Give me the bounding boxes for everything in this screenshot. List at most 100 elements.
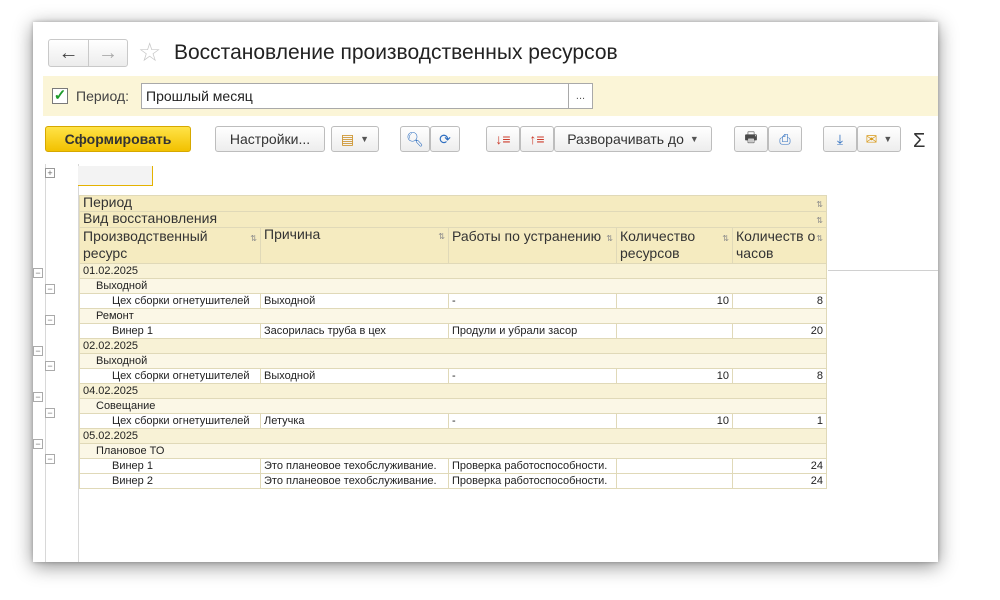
header-kind[interactable]: Вид восстановления ⇅ [79, 211, 827, 228]
table-cell[interactable]: Ремонт [79, 308, 827, 324]
generate-button[interactable]: Сформировать [45, 126, 191, 152]
find-next-button[interactable]: ⟳ [430, 126, 460, 152]
table-row: Винер 1 Это планеовое техобслуживание. Про… [79, 458, 827, 474]
expand-all-icon[interactable]: + [45, 168, 55, 178]
table-cell[interactable]: 8 [732, 293, 827, 309]
header-row-kind: Вид восстановления ⇅ [79, 211, 827, 228]
table-cell[interactable]: 8 [732, 368, 827, 384]
header-qty-hours[interactable]: ⇅ Количеств о часов [732, 227, 827, 264]
table-cell[interactable]: Винер 2 [79, 473, 261, 489]
table-cell[interactable]: - [448, 368, 617, 384]
table-cell[interactable]: Засорилась труба в цех [260, 323, 449, 339]
table-row: Цех сборки огнетушителей Выходной -10 8 [79, 368, 827, 384]
sort-icon: ⇅ [606, 234, 613, 243]
preview-button[interactable]: ⎙ [768, 126, 802, 152]
collapse-group-icon[interactable]: − [45, 283, 55, 294]
table-cell[interactable]: Это планеовое техобслуживание. [260, 458, 449, 474]
collapse-group-icon[interactable]: − [45, 407, 55, 418]
table-cell[interactable]: Цех сборки огнетушителей [79, 368, 261, 384]
group-row-date: 05.02.2025 [79, 428, 827, 444]
sort-icon: ⇅ [438, 232, 445, 241]
group-row-date: 02.02.2025 [79, 338, 827, 354]
table-cell[interactable]: Совещание [79, 398, 827, 414]
table-cell[interactable]: 20 [732, 323, 827, 339]
sort-icon: ⇅ [816, 200, 823, 209]
table-cell[interactable] [616, 473, 733, 489]
report-window: ← → ☆ Восстановление производственных ре… [33, 22, 938, 562]
table-cell[interactable]: 02.02.2025 [79, 338, 827, 354]
table-cell[interactable]: 1 [732, 413, 827, 429]
table-cell[interactable]: 05.02.2025 [79, 428, 827, 444]
collapse-group-icon[interactable]: − [33, 392, 43, 402]
table-cell[interactable] [616, 323, 733, 339]
expand-to-dropdown[interactable]: Разворачивать до ▼ [554, 126, 712, 152]
sort-icon: ⇅ [816, 234, 823, 243]
table-cell[interactable]: Проверка работоспособности. [448, 473, 617, 489]
variants-dropdown[interactable]: ▤ ▼ [331, 126, 379, 152]
table-cell[interactable]: 01.02.2025 [79, 263, 827, 279]
period-label: Период: [76, 88, 129, 104]
table-cell[interactable]: Проверка работоспособности. [448, 458, 617, 474]
table-cell[interactable]: Цех сборки огнетушителей [79, 413, 261, 429]
table-cell[interactable]: Летучка [260, 413, 449, 429]
table-cell[interactable]: Плановое ТО [79, 443, 827, 459]
header-reason[interactable]: ⇅ Причина [260, 227, 449, 264]
report-table: Период ⇅ Вид восстановления ⇅ ⇅ Производств… [79, 195, 827, 489]
page-title: Восстановление производственных ресурсов [174, 41, 618, 64]
report-variant-icon: ▤ [340, 130, 355, 147]
print-button[interactable]: 🖶 [734, 126, 768, 152]
table-cell[interactable]: - [448, 293, 617, 309]
table-row: Винер 2 Это планеовое техобслуживание. Про… [79, 473, 827, 489]
table-cell[interactable]: Выходной [260, 368, 449, 384]
table-cell[interactable]: Продули и убрали засор [448, 323, 617, 339]
search-next-icon: ⟳ [439, 130, 451, 147]
command-bar: Сформировать Настройки... ▤ ▼ 🔍︎ ⟳ ↓≡ ↑≡ … [33, 116, 938, 164]
table-cell[interactable]: Винер 1 [79, 458, 261, 474]
group-row-date: 04.02.2025 [79, 383, 827, 399]
search-icon: 🔍︎ [406, 130, 424, 147]
collapse-group-icon[interactable]: − [45, 314, 55, 325]
group-row-date: 01.02.2025 [79, 263, 827, 279]
header-works[interactable]: ⇅ Работы по устранению [448, 227, 617, 264]
table-cell[interactable]: 24 [732, 458, 827, 474]
header-row-columns: ⇅ Производственный ресурс ⇅ Причина ⇅ Работ… [79, 227, 827, 264]
table-cell[interactable]: 10 [616, 413, 733, 429]
table-cell[interactable]: Винер 1 [79, 323, 261, 339]
find-button[interactable]: 🔍︎ [400, 126, 430, 152]
favorite-star-icon[interactable]: ☆ [138, 38, 161, 66]
chevron-down-icon: ▼ [360, 134, 370, 144]
collapse-group-icon[interactable]: − [45, 454, 55, 464]
save-button[interactable]: ⤓ [823, 126, 857, 152]
group-row-kind: Плановое ТО [79, 443, 827, 459]
table-cell[interactable]: Цех сборки огнетушителей [79, 293, 261, 309]
collapse-group-icon[interactable]: − [33, 438, 43, 449]
header-resource[interactable]: ⇅ Производственный ресурс [79, 227, 261, 264]
table-cell[interactable]: 24 [732, 473, 827, 489]
table-cell[interactable]: Выходной [79, 278, 827, 294]
table-cell[interactable]: 04.02.2025 [79, 383, 827, 399]
period-checkbox[interactable]: ✓ [52, 88, 68, 104]
table-row: Винер 1 Засорилась труба в цех Продули и у… [79, 323, 827, 339]
table-cell[interactable]: Выходной [260, 293, 449, 309]
sum-button[interactable]: Σ [913, 130, 925, 153]
table-cell[interactable]: Выходной [79, 353, 827, 369]
forward-button[interactable]: → [87, 40, 127, 66]
period-select-button[interactable]: ... [569, 83, 593, 109]
period-input[interactable]: Прошлый месяц [141, 83, 569, 109]
header-qty-resources[interactable]: ⇅ Количество ресурсов [616, 227, 733, 264]
back-button[interactable]: ← [49, 40, 88, 66]
settings-button[interactable]: Настройки... [215, 126, 325, 152]
table-cell[interactable]: 10 [616, 293, 733, 309]
table-cell[interactable] [616, 458, 733, 474]
table-cell[interactable]: 10 [616, 368, 733, 384]
collapse-group-icon[interactable]: − [33, 345, 43, 356]
collapse-button[interactable]: ↓≡ [486, 126, 520, 152]
send-dropdown[interactable]: ✉ ▼ [857, 126, 901, 152]
table-cell[interactable]: Это планеовое техобслуживание. [260, 473, 449, 489]
expand-button[interactable]: ↑≡ [520, 126, 554, 152]
collapse-group-icon[interactable]: − [45, 361, 55, 371]
table-cell[interactable]: - [448, 413, 617, 429]
collapse-group-icon[interactable]: − [33, 268, 43, 278]
active-cell[interactable] [78, 166, 153, 186]
download-icon: ⤓ [836, 130, 844, 147]
